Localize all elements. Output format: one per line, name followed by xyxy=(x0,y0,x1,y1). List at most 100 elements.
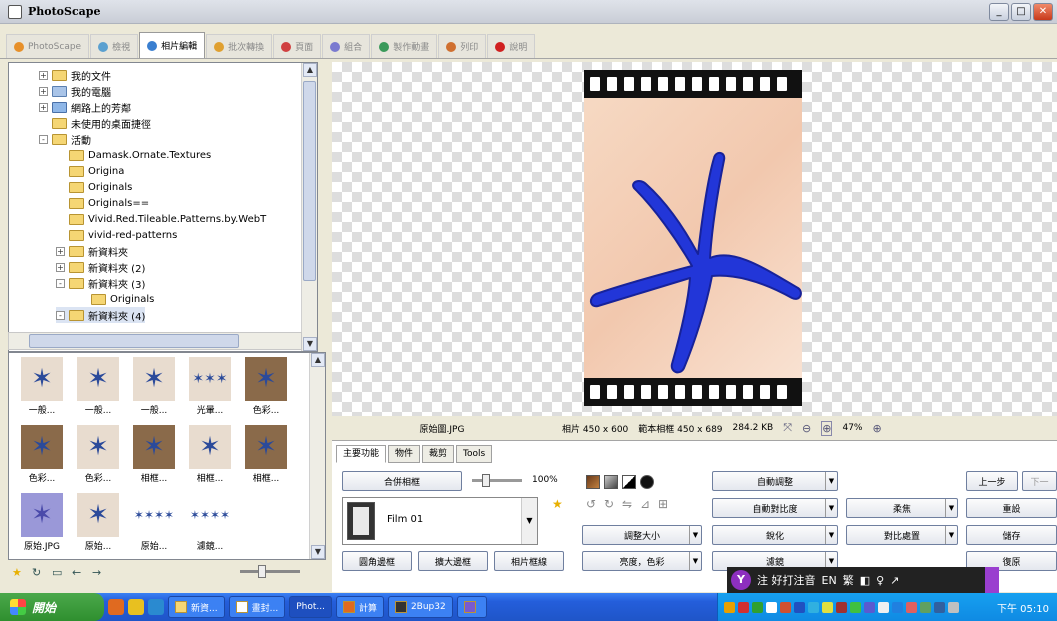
thumbnail[interactable]: ✶ 相框... xyxy=(183,425,237,485)
tree-item[interactable]: Originals xyxy=(91,291,154,307)
task-capture[interactable]: 2Bup32 xyxy=(387,596,453,618)
reset-button[interactable]: 重設 xyxy=(966,498,1057,518)
resize-button[interactable]: 調整大小 ▼ xyxy=(582,525,702,545)
tray-icon[interactable] xyxy=(920,601,931,613)
slider-knob[interactable] xyxy=(258,565,266,578)
chevron-down-icon[interactable]: ▼ xyxy=(521,498,537,544)
tray-icon[interactable] xyxy=(850,601,861,613)
close-button[interactable]: ✕ xyxy=(1033,3,1053,21)
tab-print[interactable]: 列印 xyxy=(438,34,487,58)
expand-toggle[interactable]: - xyxy=(56,278,65,288)
thumbnail[interactable]: ✶ 色彩... xyxy=(239,357,293,417)
star-icon[interactable]: ★ xyxy=(552,497,563,511)
scroll-up-button[interactable]: ▲ xyxy=(311,353,325,367)
tab-viewer[interactable]: 檢視 xyxy=(90,34,139,58)
tree-item[interactable]: + 我的文件 xyxy=(39,67,111,83)
save-button[interactable]: 儲存 xyxy=(966,525,1057,545)
quicklaunch-firefox-icon[interactable] xyxy=(108,599,124,615)
chevron-down-icon[interactable]: ▼ xyxy=(825,526,837,544)
expand-toggle[interactable]: - xyxy=(39,134,48,144)
task-photoscape[interactable]: Phot... xyxy=(289,596,332,618)
scroll-thumb[interactable] xyxy=(303,81,316,281)
ime-handle[interactable] xyxy=(985,567,999,593)
contrast-icon[interactable] xyxy=(622,475,636,489)
expand-toggle[interactable]: + xyxy=(56,246,65,256)
frame-slider[interactable] xyxy=(472,474,522,487)
thumbnail[interactable]: ✶ 相框... xyxy=(239,425,293,485)
tree-item[interactable]: Damask.Ornate.Textures xyxy=(69,147,211,163)
thumbnail[interactable]: ✶ 一般... xyxy=(71,357,125,417)
tray-icon[interactable] xyxy=(780,601,791,613)
quicklaunch-ie-icon[interactable] xyxy=(148,599,164,615)
tray-icon[interactable] xyxy=(934,601,945,613)
maximize-button[interactable]: □ xyxy=(1011,3,1031,21)
invert-icon[interactable] xyxy=(640,475,654,489)
rotate-icon[interactable]: ↻ xyxy=(32,567,46,579)
quicklaunch-chrome-icon[interactable] xyxy=(128,599,144,615)
task-paint[interactable]: 畫封... xyxy=(228,596,286,618)
sharpen-button[interactable]: 銳化 ▼ xyxy=(712,525,838,545)
chevron-down-icon[interactable]: ▼ xyxy=(945,499,957,517)
tree-item[interactable]: + 新資料夾 (2) xyxy=(56,259,145,275)
fullwidth-icon[interactable]: ◧ xyxy=(860,574,870,587)
tab-animated-gif[interactable]: 製作動畫 xyxy=(371,34,438,58)
tree-item-selected[interactable]: - 新資料夾 (4) xyxy=(56,307,146,323)
start-button[interactable]: 開始 xyxy=(0,593,104,621)
thumbnail[interactable]: ✶✶✶ 光暈... xyxy=(183,357,237,417)
tree-item[interactable]: Vivid.Red.Tileable.Patterns.by.WebT xyxy=(69,211,266,227)
tab-home[interactable]: 主要功能 xyxy=(336,445,387,463)
tray-icon[interactable] xyxy=(948,601,959,613)
chevron-down-icon[interactable]: ▼ xyxy=(825,472,837,490)
task-misc[interactable] xyxy=(456,596,487,618)
tab-editor[interactable]: 相片編輯 xyxy=(139,32,206,58)
ime-lang[interactable]: EN xyxy=(822,574,837,587)
tree-hscrollbar[interactable] xyxy=(8,332,302,350)
straighten-icon[interactable]: ⊿ xyxy=(640,497,650,511)
expand-toggle[interactable]: + xyxy=(39,86,48,96)
tab-batch[interactable]: 批次轉換 xyxy=(206,34,273,58)
task-calculator[interactable]: 計算 xyxy=(335,596,384,618)
grayscale-icon[interactable] xyxy=(604,475,618,489)
tree-item[interactable]: 未使用的桌面捷徑 xyxy=(52,115,151,131)
folder-open-icon[interactable]: ▭ xyxy=(52,567,66,579)
folder-tree[interactable]: + 我的文件 + 我的電腦 + 網路上的芳鄰 未使用的桌面捷徑 - 活動 Damask.… xyxy=(8,62,318,352)
tray-icon[interactable] xyxy=(738,601,749,613)
thumbnail[interactable]: ✶ 原始... xyxy=(71,493,125,553)
rotate-right-icon[interactable]: ↻ xyxy=(604,497,614,511)
chevron-down-icon[interactable]: ▼ xyxy=(945,526,957,544)
tree-item[interactable]: + 新資料夾 xyxy=(56,243,128,259)
expand-toggle[interactable]: + xyxy=(39,70,48,80)
tray-icon[interactable] xyxy=(752,601,763,613)
zoom-icon[interactable]: ⊕ xyxy=(821,420,833,436)
tray-icon[interactable] xyxy=(724,601,735,613)
chevron-down-icon[interactable]: ▼ xyxy=(689,552,701,570)
tray-icon[interactable] xyxy=(794,601,805,613)
tab-combine[interactable]: 組合 xyxy=(322,34,371,58)
forward-arrow-icon[interactable]: → xyxy=(92,567,106,579)
tray-icon[interactable] xyxy=(808,601,819,613)
thumbnail[interactable]: ✶ 色彩... xyxy=(71,425,125,485)
tree-item[interactable]: + 網路上的芳鄰 xyxy=(39,99,131,115)
brightness-color-button[interactable]: 亮度，色彩 ▼ xyxy=(582,551,702,571)
backlight-button[interactable]: 對比處置 ▼ xyxy=(846,525,958,545)
chevron-down-icon[interactable]: ▼ xyxy=(689,526,701,544)
redo-button[interactable]: 下一 xyxy=(1022,471,1057,491)
margin-button[interactable]: 擴大邊框 xyxy=(418,551,488,571)
tray-icon[interactable] xyxy=(766,601,777,613)
auto-contrast-button[interactable]: 自動對比度 ▼ xyxy=(712,498,838,518)
thumbnail[interactable]: ✶ 一般... xyxy=(15,357,69,417)
thumbnail[interactable]: ✶✶✶✶ 原始... xyxy=(127,493,181,553)
thumbnail[interactable]: ✶ 一般... xyxy=(127,357,181,417)
soften-button[interactable]: 柔焦 ▼ xyxy=(846,498,958,518)
merge-frame-button[interactable]: 合併相框 xyxy=(342,471,462,491)
rotate-left-icon[interactable]: ↺ xyxy=(586,497,596,511)
tree-item[interactable]: Originals== xyxy=(69,195,149,211)
tray-icon[interactable] xyxy=(878,601,889,613)
frame-select[interactable]: Film 01 ▼ xyxy=(342,497,538,545)
image-canvas[interactable] xyxy=(332,62,1057,416)
tree-item[interactable]: vivid-red-patterns xyxy=(69,227,177,243)
zoom-out-icon[interactable]: ⊖ xyxy=(802,422,811,435)
tray-icon[interactable] xyxy=(836,601,847,613)
fit-icon[interactable]: ⤧ xyxy=(783,421,792,435)
chevron-down-icon[interactable]: ▼ xyxy=(825,499,837,517)
